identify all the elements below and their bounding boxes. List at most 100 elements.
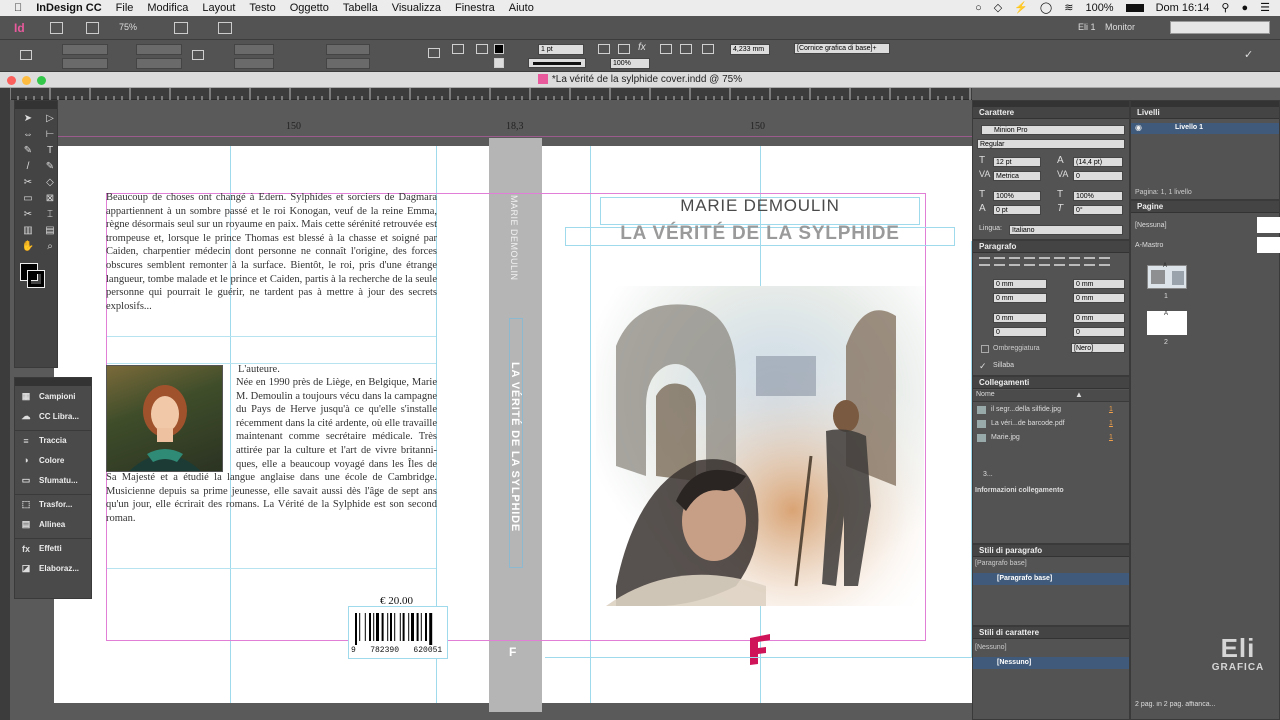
spine-author[interactable]: MARIE DEMOULIN xyxy=(509,195,519,281)
dock-item-stroke[interactable]: ≡ Traccia xyxy=(15,430,91,450)
menu-modifica[interactable]: Modifica xyxy=(147,2,188,14)
link-row[interactable]: il segr...della silfide.jpg 1 xyxy=(973,404,1129,418)
rotate-field[interactable] xyxy=(326,44,370,55)
user-icon[interactable]: ● xyxy=(1241,2,1248,14)
minimize-window-button[interactable] xyxy=(22,76,31,85)
character-style-item[interactable]: [Nessuno] xyxy=(973,657,1129,669)
align-away-icon[interactable] xyxy=(1099,257,1110,266)
align-spine-icon[interactable] xyxy=(1084,257,1095,266)
vertical-ruler[interactable] xyxy=(0,88,10,720)
flip-icon[interactable] xyxy=(428,48,440,58)
skew-field[interactable]: 0° xyxy=(1073,205,1123,215)
links-column-name[interactable]: Nome xyxy=(976,391,995,398)
page-tool-icon[interactable]: ⇔ xyxy=(18,128,38,142)
font-style-select[interactable]: Regular xyxy=(977,139,1125,149)
link-row[interactable]: La véri...de barcode.pdf 1 xyxy=(973,418,1129,432)
fill-stroke-swatch[interactable] xyxy=(18,261,54,289)
barcode-frame[interactable]: 9 782390 620051 xyxy=(348,606,448,659)
fit-frame-icon[interactable] xyxy=(660,44,672,54)
stroke-swatch[interactable] xyxy=(494,58,504,68)
space-after-field[interactable]: 0 mm xyxy=(1073,313,1125,323)
drop-shadow-icon[interactable] xyxy=(618,44,630,54)
font-size-field[interactable]: 12 pt xyxy=(993,157,1041,167)
kerning-field[interactable]: Metrica xyxy=(993,171,1041,181)
pen-tool-icon[interactable]: ✎ xyxy=(40,160,60,174)
font-family-select[interactable]: Minion Pro xyxy=(981,125,1125,135)
paragraph-panel-title[interactable]: Paragrafo xyxy=(973,241,1129,253)
zoom-select[interactable]: 75% xyxy=(119,22,137,32)
vscale-field[interactable]: 100% xyxy=(993,191,1041,201)
justify-all-icon[interactable] xyxy=(1069,257,1080,266)
menu-aiuto[interactable]: Aiuto xyxy=(509,2,534,14)
menu-testo[interactable]: Testo xyxy=(249,2,275,14)
gradient-tool-icon[interactable]: ⌶ xyxy=(40,208,60,222)
spotlight-icon[interactable]: ⚲ xyxy=(1221,1,1229,14)
drop-cap-lines-field[interactable]: 0 xyxy=(993,327,1047,337)
dropbox-icon[interactable]: ◇ xyxy=(994,1,1002,14)
view-options-icon[interactable] xyxy=(86,22,99,34)
last-line-field[interactable]: 0 mm xyxy=(1073,293,1125,303)
eye-icon[interactable]: ◉ xyxy=(1135,123,1142,132)
battery-icon[interactable] xyxy=(1125,3,1144,12)
hyphenate-checkbox[interactable]: ✓ xyxy=(979,361,987,372)
master-a[interactable]: A-Mastro xyxy=(1135,242,1163,249)
front-author[interactable]: MARIE DEMOULIN xyxy=(600,196,920,216)
master-none[interactable]: [Nessuna] xyxy=(1135,222,1167,229)
lightning-icon[interactable]: ✓ xyxy=(1244,48,1253,61)
dock-grip[interactable] xyxy=(15,378,91,386)
menu-file[interactable]: File xyxy=(116,2,134,14)
dock-item-gradient[interactable]: ▭ Sfumatu... xyxy=(15,470,91,490)
eyedropper-tool-icon[interactable]: ▤ xyxy=(40,224,60,238)
screen-mode-select[interactable]: Monitor xyxy=(1105,22,1135,32)
notifications-icon[interactable]: ☰ xyxy=(1260,1,1270,14)
layers-panel-title[interactable]: Livelli xyxy=(1131,107,1279,119)
note-tool-icon[interactable]: ▥ xyxy=(18,224,38,238)
bridge-icon[interactable] xyxy=(50,22,63,34)
content-collector-icon[interactable]: ✎ xyxy=(18,144,38,158)
layer-row[interactable]: ◉ Livello 1 xyxy=(1131,123,1279,134)
zoom-window-button[interactable] xyxy=(37,76,46,85)
spine-title[interactable]: LA VÉRITÉ DE LA SYLPHIDE xyxy=(509,362,521,532)
back-cover-blurb[interactable]: Beaucoup de choses ont changé à Edern. S… xyxy=(106,191,437,313)
stroke-color-swatch[interactable] xyxy=(27,270,45,288)
rectangle-frame-tool-icon[interactable]: ◇ xyxy=(40,176,60,190)
corner-icon[interactable] xyxy=(598,44,610,54)
zoom-tool-icon[interactable]: ⌕ xyxy=(40,240,60,254)
pencil-tool-icon[interactable]: ✂ xyxy=(18,176,38,190)
document-canvas[interactable]: 150 18,3 150 Beaucoup de choses ont chan… xyxy=(10,100,972,720)
select-content-icon[interactable] xyxy=(452,44,464,54)
fill-swatch[interactable] xyxy=(494,44,504,54)
menu-finestra[interactable]: Finestra xyxy=(455,2,495,14)
author-heading[interactable]: L'auteure. xyxy=(238,363,438,377)
select-container-icon[interactable] xyxy=(476,44,488,54)
master-none-thumb[interactable] xyxy=(1257,217,1280,233)
menu-tabella[interactable]: Tabella xyxy=(343,2,378,14)
link-row[interactable]: Marie.jpg 1 xyxy=(973,432,1129,446)
free-transform-tool-icon[interactable]: ✂ xyxy=(18,208,38,222)
dock-item-color[interactable]: ◑ Colore xyxy=(15,450,91,470)
menu-app-name[interactable]: InDesign CC xyxy=(36,2,101,14)
line-tool-icon[interactable]: / xyxy=(18,160,38,174)
first-line-field[interactable]: 0 mm xyxy=(993,293,1047,303)
screen-mode-icon[interactable] xyxy=(174,22,188,34)
shading-color-select[interactable]: [Nero] xyxy=(1071,343,1125,353)
align-center-icon[interactable] xyxy=(994,257,1005,266)
type-tool-icon[interactable]: T xyxy=(40,144,60,158)
wifi-icon[interactable]: ≋ xyxy=(1064,1,1073,14)
hscale-field[interactable]: 100% xyxy=(1073,191,1123,201)
language-select[interactable]: Italiano xyxy=(1009,225,1123,235)
paragraph-styles-title[interactable]: Stili di paragrafo xyxy=(973,545,1129,557)
align-right-icon[interactable] xyxy=(1009,257,1020,266)
width-field[interactable] xyxy=(136,44,182,55)
measure-field[interactable]: 4,233 mm xyxy=(730,44,770,55)
dock-item-cc-library[interactable]: ☁ CC Libra... xyxy=(15,406,91,426)
workspace-select[interactable]: Eli 1 xyxy=(1078,22,1096,32)
direct-selection-tool-icon[interactable]: ▷ xyxy=(40,112,60,126)
paragraph-style-item[interactable]: [Paragrafo base] xyxy=(973,573,1129,585)
dock-item-pathfinder[interactable]: ◪ Elaboraz... xyxy=(15,558,91,578)
justify-right-icon[interactable] xyxy=(1054,257,1065,266)
clock-icon[interactable]: ◯ xyxy=(1040,1,1052,14)
menu-visualizza[interactable]: Visualizza xyxy=(392,2,441,14)
pages-panel-title[interactable]: Pagine xyxy=(1131,201,1279,213)
scale-y-field[interactable] xyxy=(234,58,274,69)
